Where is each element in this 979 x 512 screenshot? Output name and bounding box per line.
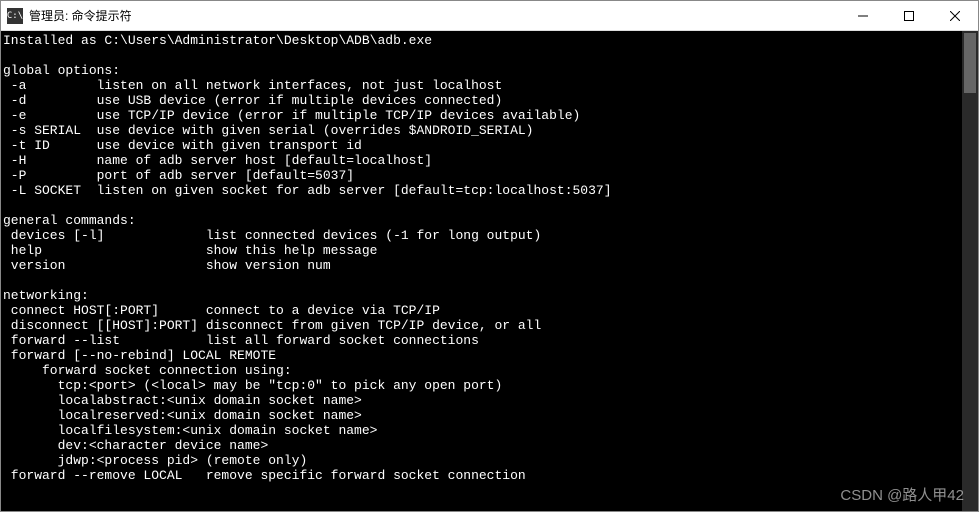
cmd-icon: C:\ bbox=[7, 8, 23, 24]
terminal[interactable]: Installed as C:\Users\Administrator\Desk… bbox=[1, 31, 962, 511]
window: C:\ 管理员: 命令提示符 Installed as C:\Users\Adm… bbox=[0, 0, 979, 512]
close-icon bbox=[950, 11, 960, 21]
terminal-area: Installed as C:\Users\Administrator\Desk… bbox=[1, 31, 978, 511]
close-button[interactable] bbox=[932, 1, 978, 31]
maximize-button[interactable] bbox=[886, 1, 932, 31]
minimize-button[interactable] bbox=[840, 1, 886, 31]
titlebar[interactable]: C:\ 管理员: 命令提示符 bbox=[1, 1, 978, 31]
window-title: 管理员: 命令提示符 bbox=[29, 7, 132, 24]
scrollbar-thumb[interactable] bbox=[964, 33, 976, 93]
maximize-icon bbox=[904, 11, 914, 21]
scrollbar[interactable] bbox=[962, 31, 978, 511]
minimize-icon bbox=[858, 11, 868, 21]
terminal-output: Installed as C:\Users\Administrator\Desk… bbox=[3, 33, 958, 483]
